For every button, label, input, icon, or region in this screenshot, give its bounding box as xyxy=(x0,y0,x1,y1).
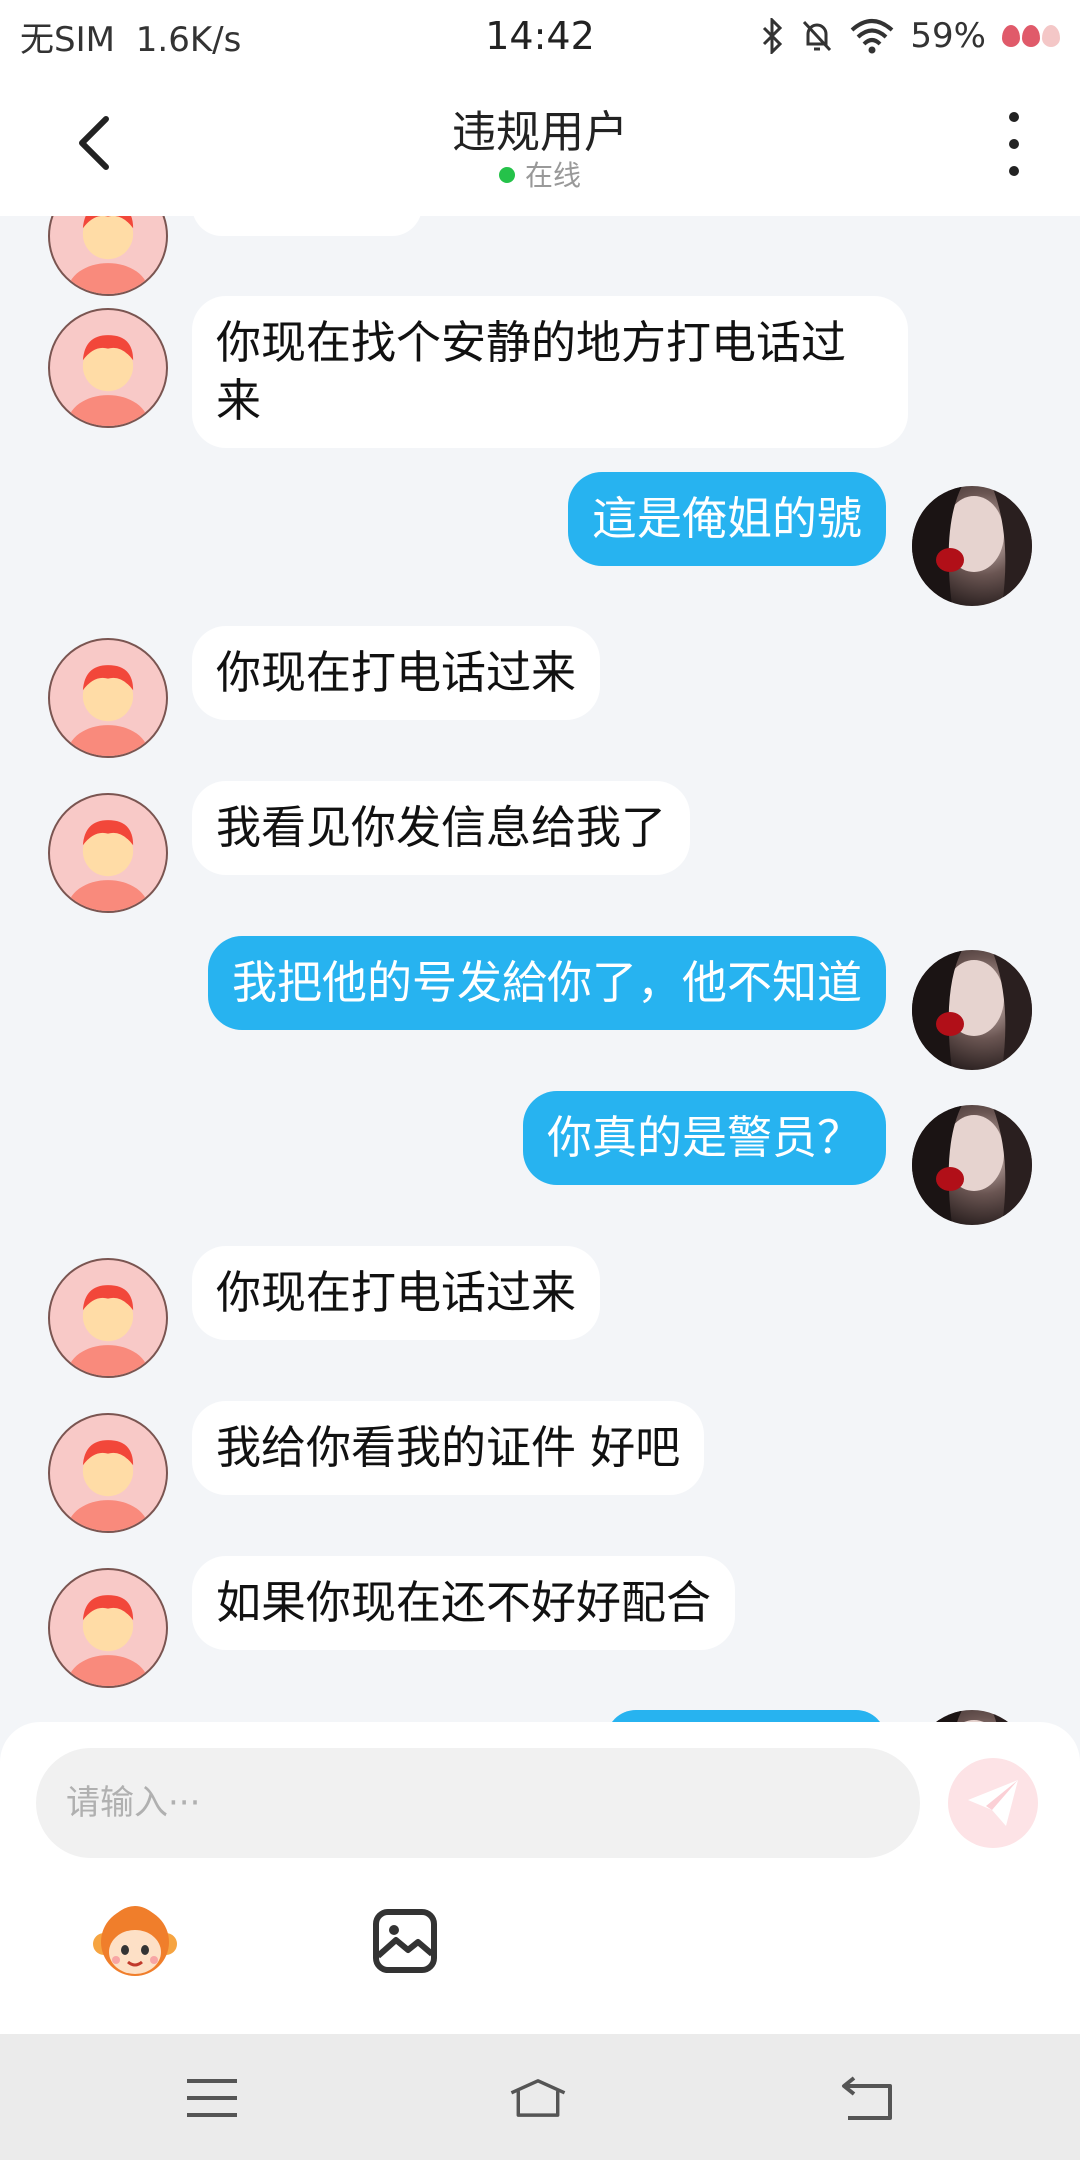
status-bar: 无SIM 1.6K/s 14:42 59% xyxy=(0,0,1080,72)
battery-percent: 59% xyxy=(910,16,986,56)
send-button[interactable] xyxy=(948,1758,1038,1848)
page-title: 违规用户 xyxy=(452,107,628,158)
menu-button[interactable] xyxy=(182,2070,242,2126)
status-left: 无SIM 1.6K/s xyxy=(20,12,251,61)
online-status-label: 在线 xyxy=(524,159,581,192)
contact-avatar[interactable] xyxy=(48,1258,168,1378)
chat-header: 违规用户 在线 xyxy=(0,72,1080,216)
message-bubble[interactable]: 我把他的号发給你了，他不知道 xyxy=(207,936,886,1030)
monkey-emoji-icon xyxy=(93,1906,177,1976)
contact-avatar[interactable] xyxy=(48,1413,168,1533)
contact-avatar[interactable] xyxy=(48,1568,168,1688)
back-icon xyxy=(842,2076,892,2120)
network-speed: 1.6K/s xyxy=(135,19,242,60)
message-input[interactable]: 请输入··· xyxy=(36,1748,920,1858)
message-bubble[interactable]: 我看见你发信息给我了 xyxy=(192,781,691,875)
menu-icon xyxy=(187,2079,237,2117)
strawberry-battery-icon xyxy=(1002,25,1060,47)
message-bubble[interactable]: 如果你现在还不好好配合 xyxy=(192,1556,736,1650)
user-avatar[interactable] xyxy=(912,486,1032,606)
emoji-button[interactable] xyxy=(92,1904,178,1980)
message-bubble[interactable]: 你现在打电话过来 xyxy=(192,1246,601,1340)
status-right: 59% xyxy=(762,16,1060,56)
message-bubble[interactable]: 我给你看我的证件 好吧 xyxy=(192,1401,705,1495)
silent-bell-icon xyxy=(800,18,834,54)
more-button[interactable] xyxy=(994,112,1034,176)
home-icon xyxy=(510,2079,566,2117)
contact-avatar[interactable] xyxy=(48,793,168,913)
image-icon xyxy=(373,1909,437,1973)
message-bubble[interactable]: 你真的是警员？ xyxy=(522,1091,886,1185)
paper-plane-icon xyxy=(968,1780,1018,1826)
online-status: 在线 xyxy=(0,154,1080,194)
user-avatar[interactable] xyxy=(912,1105,1032,1225)
back-nav-button[interactable] xyxy=(838,2070,898,2126)
image-button[interactable] xyxy=(372,1908,438,1974)
contact-avatar[interactable] xyxy=(48,638,168,758)
online-dot-icon xyxy=(498,167,515,183)
bluetooth-icon xyxy=(762,18,784,54)
more-vertical-icon xyxy=(1009,112,1019,176)
carrier-label: 无SIM xyxy=(20,19,115,60)
composer: 请输入··· xyxy=(0,1722,1080,2034)
message-bubble[interactable]: 這是俺姐的號 xyxy=(567,472,886,566)
message-bubble[interactable]: 你现在打电话过来 xyxy=(192,626,601,720)
message-list[interactable]: 你现在找个安静的地方打电话过来 這是俺姐的號 你现在打电话过来 我看见你发信息给… xyxy=(0,216,1080,1726)
system-nav-bar xyxy=(0,2034,1080,2160)
contact-avatar[interactable] xyxy=(48,216,168,296)
contact-avatar[interactable] xyxy=(48,308,168,428)
user-avatar[interactable] xyxy=(912,950,1032,1070)
wifi-icon xyxy=(850,18,894,54)
home-button[interactable] xyxy=(508,2070,568,2126)
message-bubble[interactable]: 你现在找个安静的地方打电话过来 xyxy=(192,296,908,448)
message-bubble[interactable] xyxy=(192,216,422,236)
